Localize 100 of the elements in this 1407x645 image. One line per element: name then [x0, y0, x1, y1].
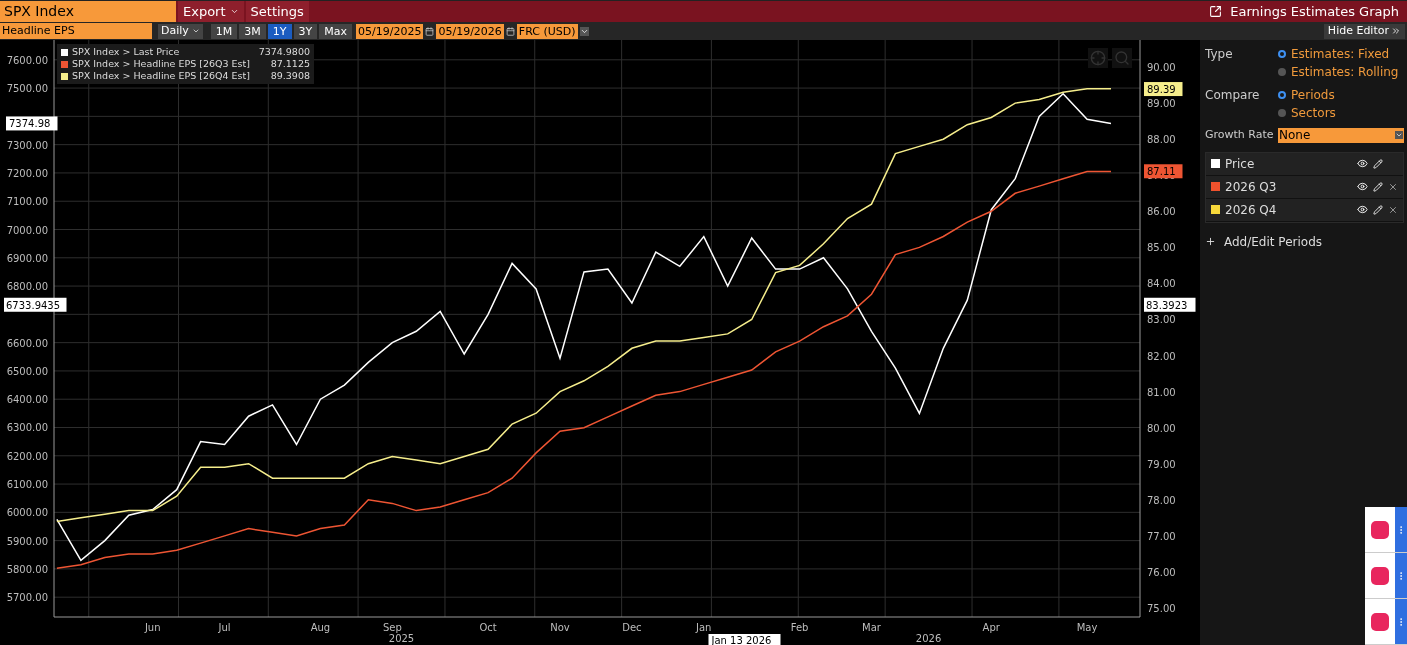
axis-label: 6200.00 — [6, 450, 48, 462]
axis-label: 7200.00 — [6, 167, 48, 179]
pencil-icon[interactable] — [1373, 181, 1383, 192]
plus-icon — [1205, 236, 1216, 247]
growth-rate-dropdown[interactable]: None — [1278, 127, 1404, 143]
frequency-dropdown[interactable]: Daily — [158, 23, 203, 39]
axis-label: 7300.00 — [6, 139, 48, 151]
dropdown-icon[interactable] — [579, 26, 589, 36]
axis-label: Oct — [479, 622, 497, 633]
field-selector[interactable]: Headline EPS — [0, 23, 152, 39]
close-icon[interactable] — [1388, 181, 1398, 192]
axis-label: Sep — [382, 622, 402, 633]
axis-label: 77.00 — [1147, 530, 1176, 542]
dock-slot[interactable] — [1365, 507, 1395, 552]
caret-icon — [229, 7, 239, 16]
axis-label: 90.00 — [1147, 62, 1176, 74]
axis-label: Feb — [790, 622, 809, 633]
axis-label: 7100.00 — [6, 196, 48, 208]
currency-field[interactable]: FRC (USD) — [516, 23, 578, 39]
axis-label: 5700.00 — [6, 592, 48, 604]
app-icon[interactable] — [1371, 520, 1389, 539]
axis-label: 89.00 — [1147, 98, 1176, 110]
axis-label: Aug — [310, 622, 331, 633]
app-icon[interactable] — [1371, 612, 1389, 631]
axis-label: 6100.00 — [6, 479, 48, 491]
radio-option[interactable]: Estimates: Rolling — [1278, 63, 1399, 81]
axis-label: 5800.00 — [6, 563, 48, 575]
series-label: 2026 Q3 — [1225, 178, 1278, 196]
range-tab[interactable]: 3Y — [293, 23, 318, 39]
axis-label: 6400.00 — [6, 394, 48, 406]
axis-label: 80.00 — [1147, 422, 1176, 434]
axis-label: 6800.00 — [6, 281, 48, 293]
value-marker: 7374.98 — [6, 116, 58, 131]
growth-rate-label: Growth Rate — [1205, 127, 1275, 143]
axis-label: Jan — [696, 622, 712, 633]
axis-label: 7600.00 — [6, 54, 48, 66]
end-date-field[interactable]: 05/19/2026 — [436, 23, 504, 39]
app-icon[interactable] — [1371, 566, 1389, 585]
eye-icon[interactable] — [1357, 204, 1368, 215]
calendar-icon[interactable] — [505, 26, 515, 36]
axis-label: 79.00 — [1147, 458, 1176, 470]
group-label: Compare — [1205, 87, 1261, 104]
crosshair-value-label: 6733.9435 — [4, 297, 67, 312]
dock-handle[interactable] — [1395, 507, 1407, 552]
series-row[interactable]: 2026 Q3 — [1206, 175, 1403, 199]
axis-label: 5900.00 — [6, 535, 48, 547]
external-link-icon[interactable] — [1209, 5, 1223, 18]
axis-label: May — [1076, 622, 1098, 633]
dock-handle[interactable] — [1395, 553, 1407, 598]
axis-label: 6300.00 — [6, 422, 48, 434]
range-tab[interactable]: 1M — [210, 23, 238, 39]
axis-label: 82.00 — [1147, 350, 1176, 362]
axis-label: 85.00 — [1147, 242, 1176, 254]
radio-option[interactable]: Periods — [1278, 86, 1336, 104]
axis-label: 7000.00 — [6, 224, 48, 236]
calendar-icon[interactable] — [425, 26, 435, 36]
value-marker: 89.39 — [1144, 82, 1183, 97]
dock-handle[interactable] — [1395, 599, 1407, 644]
year-label: 2026 — [915, 633, 942, 644]
dock-slot[interactable] — [1365, 599, 1395, 644]
start-date-field[interactable]: 05/19/2025 — [356, 23, 424, 39]
axis-label: Nov — [550, 622, 570, 633]
menu-button[interactable]: Settings — [245, 1, 309, 22]
eye-icon[interactable] — [1357, 158, 1368, 169]
hide-editor-button[interactable]: Hide Editor — [1323, 23, 1405, 39]
series-row[interactable]: Price — [1206, 152, 1403, 176]
range-tab[interactable]: 3M — [239, 23, 266, 39]
window-title: Earnings Estimates Graph — [1230, 3, 1399, 21]
axis-label: Jul — [218, 622, 231, 633]
pencil-icon[interactable] — [1373, 158, 1383, 169]
close-icon[interactable] — [1388, 204, 1398, 215]
series-label: 2026 Q4 — [1225, 201, 1278, 219]
axis-label: Apr — [982, 622, 1000, 633]
legend-label: SPX Index > Headline EPS [26Q3 Est] — [72, 58, 250, 70]
axis-label: 84.00 — [1147, 278, 1176, 290]
dock-slot[interactable] — [1365, 553, 1395, 598]
menu-button[interactable]: Export — [178, 1, 244, 22]
range-tab[interactable]: Max — [319, 23, 353, 39]
axis-label: 7500.00 — [6, 83, 48, 95]
radio-option[interactable]: Sectors — [1278, 104, 1336, 122]
series-row[interactable]: 2026 Q4 — [1206, 198, 1403, 222]
range-tab[interactable]: 1Y — [267, 23, 292, 39]
axis-label: 81.00 — [1147, 386, 1176, 398]
year-label: 2025 — [388, 633, 415, 644]
axis-label: 6000.00 — [6, 507, 48, 519]
legend-label: SPX Index > Last Price — [72, 46, 181, 58]
caret-icon — [1395, 131, 1403, 140]
axis-label: 76.00 — [1147, 566, 1176, 578]
axis-label: 78.00 — [1147, 494, 1176, 506]
axis-label: 88.00 — [1147, 134, 1176, 146]
axis-label: Dec — [622, 622, 642, 633]
legend-value: 89.3908 — [269, 70, 310, 82]
eye-icon[interactable] — [1357, 181, 1368, 192]
legend-value: 7374.9800 — [257, 46, 310, 58]
legend-label: SPX Index > Headline EPS [26Q4 Est] — [72, 70, 250, 82]
add-periods-button[interactable]: Add/Edit Periods — [1205, 232, 1322, 251]
axis-label: Jun — [144, 622, 161, 633]
security-field[interactable]: SPX Index — [0, 1, 176, 22]
radio-option[interactable]: Estimates: Fixed — [1278, 45, 1399, 63]
pencil-icon[interactable] — [1373, 204, 1383, 215]
